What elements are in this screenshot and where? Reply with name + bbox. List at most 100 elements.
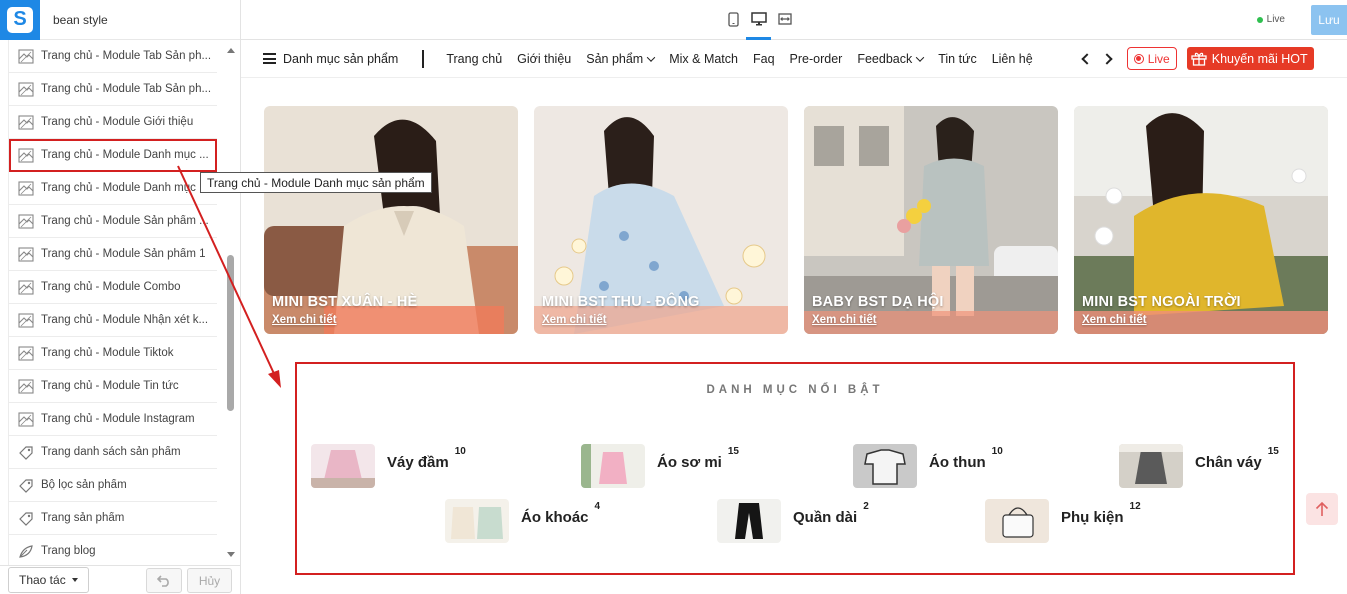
layout-icon bbox=[17, 180, 35, 196]
nav-item[interactable]: Trang chủ bbox=[446, 52, 502, 66]
category-name: Váy đầm bbox=[387, 454, 449, 471]
desktop-view-button[interactable] bbox=[751, 10, 767, 28]
nav-item[interactable]: Sản phẩm bbox=[586, 52, 656, 66]
sidebar-module-item[interactable]: Trang chủ - Module Nhận xét k... bbox=[9, 304, 217, 337]
store-preview: Danh mục sản phẩm Trang chủ Giới thiệu Sản… bbox=[241, 40, 1347, 594]
scroll-down-icon[interactable] bbox=[227, 552, 235, 557]
device-switcher bbox=[725, 10, 793, 28]
action-dropdown[interactable]: Thao tác bbox=[8, 567, 89, 593]
promo-button[interactable]: Khuyến mãi HOT bbox=[1186, 47, 1314, 70]
category-count: 4 bbox=[594, 501, 601, 512]
layout-icon bbox=[17, 81, 35, 97]
tag-icon bbox=[17, 510, 35, 526]
category-count: 15 bbox=[727, 446, 739, 457]
undo-icon bbox=[157, 574, 169, 587]
nav-item[interactable]: Feedback bbox=[857, 51, 925, 66]
sidebar-module-item[interactable]: Trang chủ - Module Tab Sản ph... bbox=[9, 73, 217, 106]
sidebar-module-item[interactable]: Trang chủ - Module Giới thiệu bbox=[9, 106, 217, 139]
sidebar-tooltip: Trang chủ - Module Danh mục sản phẩm bbox=[200, 172, 432, 193]
live-button-label: Live bbox=[1147, 51, 1170, 66]
chevron-right-icon[interactable] bbox=[1101, 52, 1113, 65]
cancel-button[interactable]: Hủy bbox=[187, 568, 232, 593]
nav-item[interactable]: Liên hệ bbox=[992, 52, 1033, 66]
app-logo[interactable]: S bbox=[0, 0, 40, 40]
sidebar-item-label: Trang chủ - Module Nhận xét k... bbox=[41, 314, 209, 326]
collection-banner[interactable]: BABY BST DẠ HỘI Xem chi tiết bbox=[804, 106, 1058, 334]
banner-title: MINI BST NGOÀI TRỜI bbox=[1082, 294, 1241, 310]
category-count: 10 bbox=[991, 446, 1003, 457]
layout-icon bbox=[17, 114, 35, 130]
sidebar-module-item[interactable]: Trang chủ - Module Sản phẩm ... bbox=[9, 205, 217, 238]
category-count: 2 bbox=[863, 501, 869, 512]
sidebar-module-item[interactable]: Trang chủ - Module Tiktok bbox=[9, 337, 217, 370]
collection-banner[interactable]: MINI BST THU - ĐÔNG Xem chi tiết bbox=[534, 106, 788, 334]
menu-icon bbox=[263, 53, 276, 64]
save-button[interactable]: Lưu bbox=[1311, 5, 1347, 35]
layout-icon bbox=[17, 411, 35, 427]
banner-view-link[interactable]: Xem chi tiết bbox=[1082, 314, 1147, 326]
back-to-top-button[interactable] bbox=[1306, 493, 1338, 525]
sidebar-footer: Thao tác Hủy bbox=[0, 565, 241, 594]
nav-menu: Trang chủ Giới thiệu Sản phẩm Mix & Match Fa… bbox=[446, 52, 1047, 66]
editor-topbar: Live Lưu bbox=[241, 0, 1347, 40]
banner-view-link[interactable]: Xem chi tiết bbox=[812, 314, 877, 326]
theme-name: bean style bbox=[53, 12, 108, 27]
category-item[interactable]: Váy đầm 10 bbox=[311, 444, 466, 488]
nav-item[interactable]: Mix & Match bbox=[669, 52, 738, 66]
layout-icon bbox=[17, 279, 35, 295]
sidebar-item-label: Trang chủ - Module Combo bbox=[41, 281, 181, 293]
module-list: Trang chủ - Module Tab Sản ph... Trang ch… bbox=[8, 40, 217, 565]
sidebar-module-item[interactable]: Trang blog bbox=[9, 535, 217, 565]
undo-button[interactable] bbox=[146, 568, 182, 593]
category-name: Phụ kiện bbox=[1061, 509, 1124, 526]
nav-item[interactable]: Giới thiệu bbox=[517, 52, 571, 66]
nav-item-label: Pre-order bbox=[789, 51, 843, 66]
category-menu-button[interactable]: Danh mục sản phẩm bbox=[263, 52, 398, 66]
category-item[interactable]: Chân váy 15 bbox=[1119, 444, 1279, 488]
sidebar-module-item[interactable]: Bộ lọc sản phẩm bbox=[9, 469, 217, 502]
caret-down-icon bbox=[71, 578, 78, 582]
sidebar-scrollbar[interactable] bbox=[224, 40, 238, 565]
category-name: Áo thun bbox=[929, 454, 986, 471]
nav-item[interactable]: Faq bbox=[753, 52, 775, 66]
chevron-left-icon[interactable] bbox=[1081, 52, 1093, 65]
collection-banner[interactable]: MINI BST NGOÀI TRỜI Xem chi tiết bbox=[1074, 106, 1328, 334]
mobile-view-button[interactable] bbox=[725, 10, 741, 28]
sidebar-module-item[interactable]: Trang chủ - Module Tin tức bbox=[9, 370, 217, 403]
banner-view-link[interactable]: Xem chi tiết bbox=[272, 314, 337, 326]
nav-item-label: Feedback bbox=[857, 51, 913, 66]
category-item[interactable]: Áo sơ mi 15 bbox=[581, 444, 739, 488]
sidebar-item-label: Trang chủ - Module Danh mục ... bbox=[41, 149, 209, 161]
sidebar-module-item[interactable]: Trang chủ - Module Combo bbox=[9, 271, 217, 304]
fullwidth-view-button[interactable] bbox=[777, 10, 793, 28]
category-thumbnail bbox=[985, 499, 1049, 543]
sidebar-item-label: Trang chủ - Module Sản phẩm 1 bbox=[41, 248, 206, 260]
banner-view-link[interactable]: Xem chi tiết bbox=[542, 314, 607, 326]
sidebar-module-item[interactable]: Trang sản phẩm bbox=[9, 502, 217, 535]
sidebar-module-item[interactable]: Trang chủ - Module Danh mục ... bbox=[9, 172, 217, 205]
scroll-thumb[interactable] bbox=[227, 255, 234, 411]
sidebar-module-item[interactable]: Trang chủ - Module Danh mục ... bbox=[9, 139, 217, 172]
live-button[interactable]: Live bbox=[1126, 47, 1177, 70]
category-item[interactable]: Áo khoác 4 bbox=[445, 499, 600, 543]
category-name: Quần dài bbox=[793, 509, 858, 526]
category-name: Áo sơ mi bbox=[657, 454, 722, 471]
sidebar-module-item[interactable]: Trang chủ - Module Instagram bbox=[9, 403, 217, 436]
nav-item[interactable]: Tin tức bbox=[938, 52, 976, 66]
sidebar-module-item[interactable]: Trang chủ - Module Sản phẩm 1 bbox=[9, 238, 217, 271]
nav-item-label: Mix & Match bbox=[669, 51, 738, 66]
collection-banner[interactable]: MINI BST XUÂN - HÈ Xem chi tiết bbox=[264, 106, 518, 334]
category-item[interactable]: Quần dài 2 bbox=[717, 499, 869, 543]
nav-item-label: Faq bbox=[752, 51, 775, 66]
nav-item[interactable]: Pre-order bbox=[790, 52, 843, 66]
category-item[interactable]: Phụ kiện 12 bbox=[985, 499, 1141, 543]
sidebar-module-item[interactable]: Trang chủ - Module Tab Sản ph... bbox=[9, 40, 217, 73]
category-item[interactable]: Áo thun 10 bbox=[853, 444, 1003, 488]
nav-item-label: Trang chủ bbox=[446, 51, 503, 66]
sidebar-module-item[interactable]: Trang danh sách sản phẩm bbox=[9, 436, 217, 469]
category-menu-label: Danh mục sản phẩm bbox=[283, 51, 399, 66]
live-status-label: Live bbox=[1266, 14, 1285, 25]
category-thumbnail bbox=[581, 444, 645, 488]
sidebar: S bean style Trang chủ - Module Tab Sản … bbox=[0, 0, 241, 594]
scroll-up-icon[interactable] bbox=[227, 48, 235, 53]
